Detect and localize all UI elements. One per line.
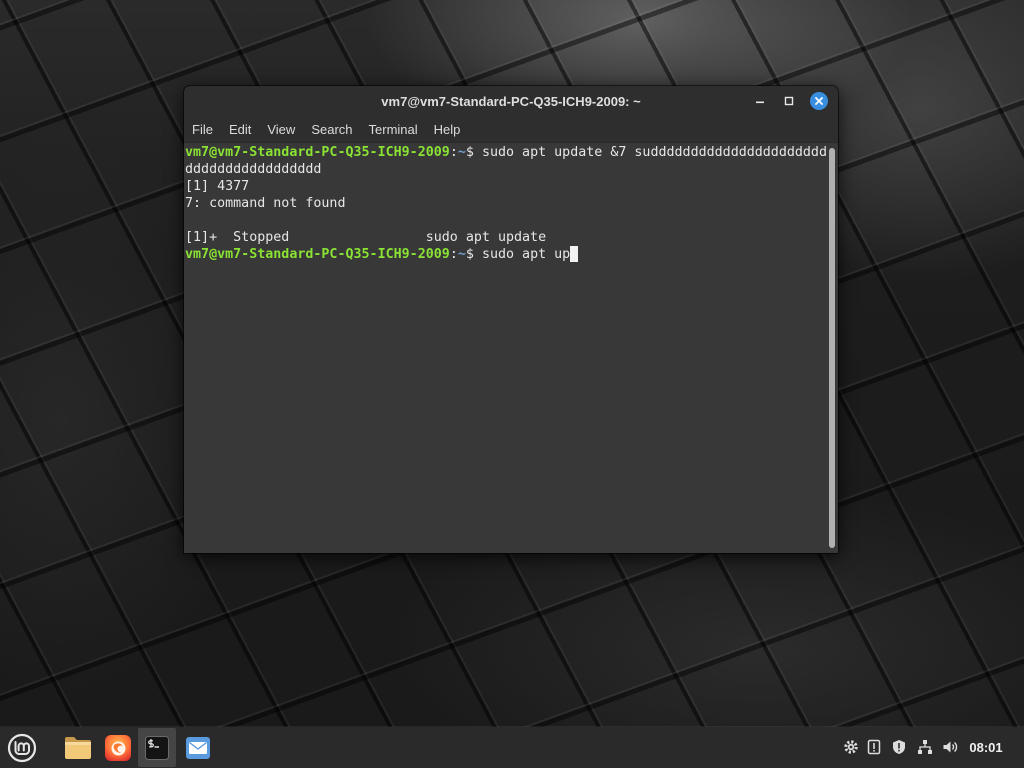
settings-gear-icon [844, 740, 858, 754]
window-title: vm7@vm7-Standard-PC-Q35-ICH9-2009: ~ [381, 94, 641, 109]
command-text: sudo apt up [481, 247, 571, 262]
menu-help[interactable]: Help [426, 117, 469, 142]
output-text: [1] 4377 [185, 179, 250, 194]
minimize-button[interactable] [751, 92, 769, 110]
folder-icon [65, 736, 91, 759]
output-text: ddddddddddddddddd [185, 162, 322, 177]
prompt-symbol: $ [465, 145, 482, 160]
output-text: 7: command not found [185, 196, 346, 211]
menu-bar: File Edit View Search Terminal Help [184, 117, 838, 142]
menu-terminal[interactable]: Terminal [361, 117, 426, 142]
mail-launcher[interactable] [179, 728, 217, 767]
prompt-cwd: ~ [457, 145, 466, 160]
files-launcher[interactable] [59, 728, 97, 767]
terminal-screen[interactable]: vm7@vm7-Standard-PC-Q35-ICH9-2009:~$ sud… [184, 142, 838, 553]
close-icon [815, 97, 823, 105]
terminal-launcher[interactable] [138, 728, 176, 767]
update-shield-icon [893, 740, 905, 754]
output-text: [1]+ Stopped sudo apt update [185, 230, 547, 245]
clock[interactable]: 08:01 [964, 727, 1008, 768]
menu-search[interactable]: Search [303, 117, 360, 142]
terminal-line: [1] 4377 [185, 178, 827, 195]
start-menu-button[interactable] [4, 730, 39, 765]
update-manager-applet[interactable] [891, 739, 907, 755]
terminal-window[interactable]: vm7@vm7-Standard-PC-Q35-ICH9-2009: ~ Fil… [184, 86, 838, 553]
terminal-line: vm7@vm7-Standard-PC-Q35-ICH9-2009:~$ sud… [185, 144, 827, 161]
command-text: sudo apt update &7 suddddddddddddddddddd… [481, 145, 827, 160]
linux-mint-logo-icon [7, 733, 36, 762]
close-button[interactable] [810, 92, 828, 110]
settings-applet[interactable] [843, 739, 859, 755]
network-icon [918, 740, 932, 754]
prompt-separator: : [449, 247, 458, 262]
prompt-cwd: ~ [457, 247, 466, 262]
terminal-icon [145, 735, 169, 760]
taskbar: 08:01 [0, 727, 1024, 768]
mail-icon [186, 736, 210, 759]
prompt-user-host: vm7@vm7-Standard-PC-Q35-ICH9-2009 [185, 247, 450, 262]
firefox-launcher[interactable] [99, 728, 137, 767]
terminal-line: vm7@vm7-Standard-PC-Q35-ICH9-2009:~$ sud… [185, 246, 827, 263]
alert-applet[interactable] [866, 739, 882, 755]
network-applet[interactable] [917, 739, 933, 755]
volume-icon [943, 741, 958, 753]
title-bar[interactable]: vm7@vm7-Standard-PC-Q35-ICH9-2009: ~ [184, 86, 838, 117]
menu-file[interactable]: File [184, 117, 221, 142]
maximize-icon [784, 96, 794, 106]
prompt-user-host: vm7@vm7-Standard-PC-Q35-ICH9-2009 [185, 145, 450, 160]
menu-view[interactable]: View [259, 117, 303, 142]
menu-edit[interactable]: Edit [221, 117, 259, 142]
prompt-separator: : [449, 145, 458, 160]
minimize-icon [756, 101, 764, 104]
desktop-background[interactable]: vm7@vm7-Standard-PC-Q35-ICH9-2009: ~ Fil… [0, 0, 1024, 768]
maximize-button[interactable] [780, 92, 798, 110]
text-cursor [570, 246, 579, 262]
terminal-output: vm7@vm7-Standard-PC-Q35-ICH9-2009:~$ sud… [185, 144, 827, 263]
terminal-line: ddddddddddddddddd [185, 161, 827, 178]
alert-box-icon [867, 739, 881, 755]
prompt-symbol: $ [465, 247, 482, 262]
volume-applet[interactable] [942, 739, 958, 755]
terminal-line: 7: command not found [185, 195, 827, 212]
firefox-icon [105, 734, 131, 761]
scrollbar-thumb[interactable] [829, 148, 835, 548]
terminal-line: [1]+ Stopped sudo apt update [185, 229, 827, 246]
